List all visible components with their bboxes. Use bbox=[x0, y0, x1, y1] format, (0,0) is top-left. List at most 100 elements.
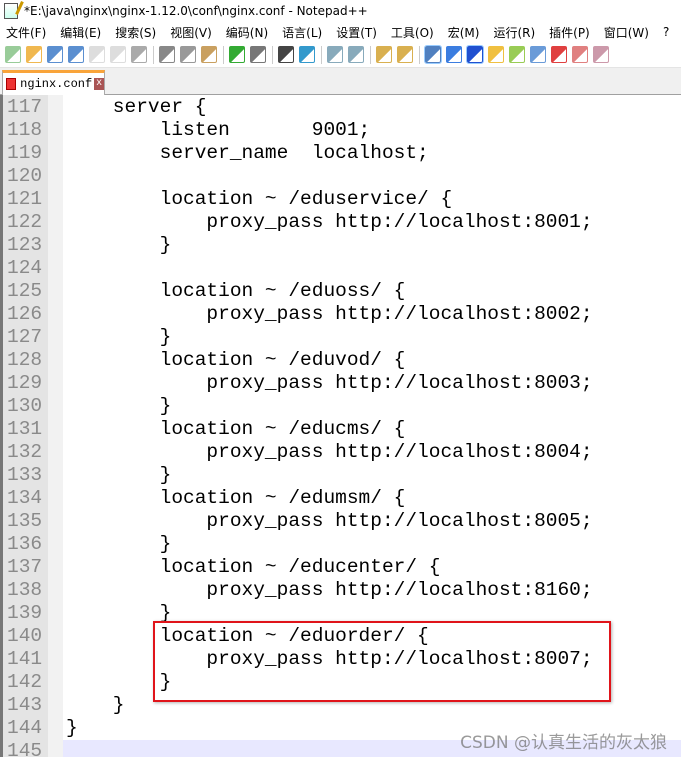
cut-icon[interactable] bbox=[159, 46, 175, 63]
menu-item[interactable]: 编辑(E) bbox=[60, 24, 101, 41]
menu-item[interactable]: 工具(O) bbox=[391, 24, 434, 41]
line-number: 122 bbox=[7, 211, 43, 233]
function-list-icon[interactable] bbox=[551, 46, 567, 63]
code-line[interactable]: 121 location ~ /eduservice/ { bbox=[0, 188, 681, 211]
line-text: } bbox=[66, 717, 78, 739]
line-number: 130 bbox=[7, 395, 43, 417]
line-number: 121 bbox=[7, 188, 43, 210]
save-all-icon[interactable] bbox=[68, 46, 84, 63]
toolbar-separator bbox=[321, 45, 322, 64]
line-text: } bbox=[66, 326, 172, 348]
code-line[interactable]: 130 } bbox=[0, 395, 681, 418]
menu-item[interactable]: 编码(N) bbox=[226, 24, 268, 41]
line-number: 120 bbox=[7, 165, 43, 187]
open-file-icon[interactable] bbox=[26, 46, 42, 63]
line-text: } bbox=[66, 533, 172, 555]
code-line[interactable]: 131 location ~ /educms/ { bbox=[0, 418, 681, 441]
close-icon[interactable] bbox=[89, 46, 105, 63]
menu-item[interactable]: 宏(M) bbox=[448, 24, 480, 41]
zoom-in-icon[interactable] bbox=[327, 46, 343, 63]
doc-map-icon[interactable] bbox=[509, 46, 525, 63]
line-number: 144 bbox=[7, 717, 43, 739]
line-number: 134 bbox=[7, 487, 43, 509]
code-line[interactable]: 126 proxy_pass http://localhost:8002; bbox=[0, 303, 681, 326]
undo-icon[interactable] bbox=[229, 46, 245, 63]
code-line[interactable]: 133 } bbox=[0, 464, 681, 487]
copy-icon[interactable] bbox=[180, 46, 196, 63]
sync-vertical-icon[interactable] bbox=[376, 46, 392, 63]
paste-icon[interactable] bbox=[201, 46, 217, 63]
line-number: 129 bbox=[7, 372, 43, 394]
menu-item[interactable]: 文件(F) bbox=[6, 24, 46, 41]
code-line[interactable]: 132 proxy_pass http://localhost:8004; bbox=[0, 441, 681, 464]
indent-guide-icon[interactable] bbox=[466, 45, 484, 64]
line-text: } bbox=[66, 464, 172, 486]
line-text: server { bbox=[66, 96, 207, 118]
code-line[interactable]: 123 } bbox=[0, 234, 681, 257]
line-number: 118 bbox=[7, 119, 43, 141]
toolbar bbox=[0, 42, 681, 68]
code-line[interactable]: 136 } bbox=[0, 533, 681, 556]
code-line[interactable]: 124 bbox=[0, 257, 681, 280]
tab-close-button[interactable]: x bbox=[94, 78, 104, 90]
udl-icon[interactable] bbox=[488, 46, 504, 63]
menu-item[interactable]: 插件(P) bbox=[549, 24, 590, 41]
menu-item[interactable]: ? bbox=[663, 25, 669, 39]
line-number: 141 bbox=[7, 648, 43, 670]
doc-list-icon[interactable] bbox=[530, 46, 546, 63]
line-text: location ~ /eduvod/ { bbox=[66, 349, 406, 371]
line-number: 131 bbox=[7, 418, 43, 440]
line-number: 124 bbox=[7, 257, 43, 279]
tab-nginx-conf[interactable]: nginx.conf x bbox=[2, 70, 105, 95]
code-line[interactable]: 125 location ~ /eduoss/ { bbox=[0, 280, 681, 303]
menu-item[interactable]: 运行(R) bbox=[493, 24, 535, 41]
window-title: *E:\java\nginx\nginx-1.12.0\conf\nginx.c… bbox=[24, 4, 368, 18]
close-all-icon[interactable] bbox=[110, 46, 126, 63]
find-icon[interactable] bbox=[278, 46, 294, 63]
menu-item[interactable]: 窗口(W) bbox=[604, 24, 649, 41]
line-text: proxy_pass http://localhost:8160; bbox=[66, 579, 593, 601]
show-all-chars-icon[interactable] bbox=[446, 46, 462, 63]
watermark: CSDN @认真生活的灰太狼 bbox=[460, 733, 667, 753]
code-line[interactable]: 137 location ~ /educenter/ { bbox=[0, 556, 681, 579]
code-line[interactable]: 119 server_name localhost; bbox=[0, 142, 681, 165]
code-line[interactable]: 118 listen 9001; bbox=[0, 119, 681, 142]
code-line[interactable]: 128 location ~ /eduvod/ { bbox=[0, 349, 681, 372]
print-icon[interactable] bbox=[131, 46, 147, 63]
menu-item[interactable]: 设置(T) bbox=[336, 24, 377, 41]
code-line[interactable]: 138 proxy_pass http://localhost:8160; bbox=[0, 579, 681, 602]
word-wrap-icon[interactable] bbox=[424, 45, 442, 64]
folder-workspace-icon[interactable] bbox=[572, 46, 588, 63]
menu-item[interactable]: 语言(L) bbox=[282, 24, 322, 41]
redo-icon[interactable] bbox=[250, 46, 266, 63]
menu-item[interactable]: 搜索(S) bbox=[115, 24, 156, 41]
code-line[interactable]: 122 proxy_pass http://localhost:8001; bbox=[0, 211, 681, 234]
replace-icon[interactable] bbox=[299, 46, 315, 63]
code-line[interactable]: 135 proxy_pass http://localhost:8005; bbox=[0, 510, 681, 533]
save-icon[interactable] bbox=[47, 46, 63, 63]
title-bar: *E:\java\nginx\nginx-1.12.0\conf\nginx.c… bbox=[0, 0, 681, 22]
line-text: location ~ /educenter/ { bbox=[66, 556, 441, 578]
code-line[interactable]: 120 bbox=[0, 165, 681, 188]
zoom-out-icon[interactable] bbox=[348, 46, 364, 63]
code-line[interactable]: 134 location ~ /edumsm/ { bbox=[0, 487, 681, 510]
code-line[interactable]: 129 proxy_pass http://localhost:8003; bbox=[0, 372, 681, 395]
line-text: } bbox=[66, 395, 172, 417]
line-text: location ~ /eduservice/ { bbox=[66, 188, 453, 210]
highlight-box bbox=[153, 621, 611, 702]
toolbar-separator bbox=[153, 45, 154, 64]
code-line[interactable]: 117 server { bbox=[0, 96, 681, 119]
line-number: 145 bbox=[7, 740, 43, 757]
line-text: location ~ /eduoss/ { bbox=[66, 280, 406, 302]
line-text: listen 9001; bbox=[66, 119, 371, 141]
line-text: location ~ /edumsm/ { bbox=[66, 487, 406, 509]
line-text: } bbox=[66, 234, 172, 256]
new-file-icon[interactable] bbox=[5, 46, 21, 63]
line-number: 139 bbox=[7, 602, 43, 624]
monitoring-icon[interactable] bbox=[593, 46, 609, 63]
menu-item[interactable]: 视图(V) bbox=[170, 24, 212, 41]
code-editor[interactable]: 117 server {118 listen 9001; 119 server_n… bbox=[0, 95, 681, 757]
line-text: proxy_pass http://localhost:8004; bbox=[66, 441, 593, 463]
code-line[interactable]: 127 } bbox=[0, 326, 681, 349]
sync-horizontal-icon[interactable] bbox=[397, 46, 413, 63]
